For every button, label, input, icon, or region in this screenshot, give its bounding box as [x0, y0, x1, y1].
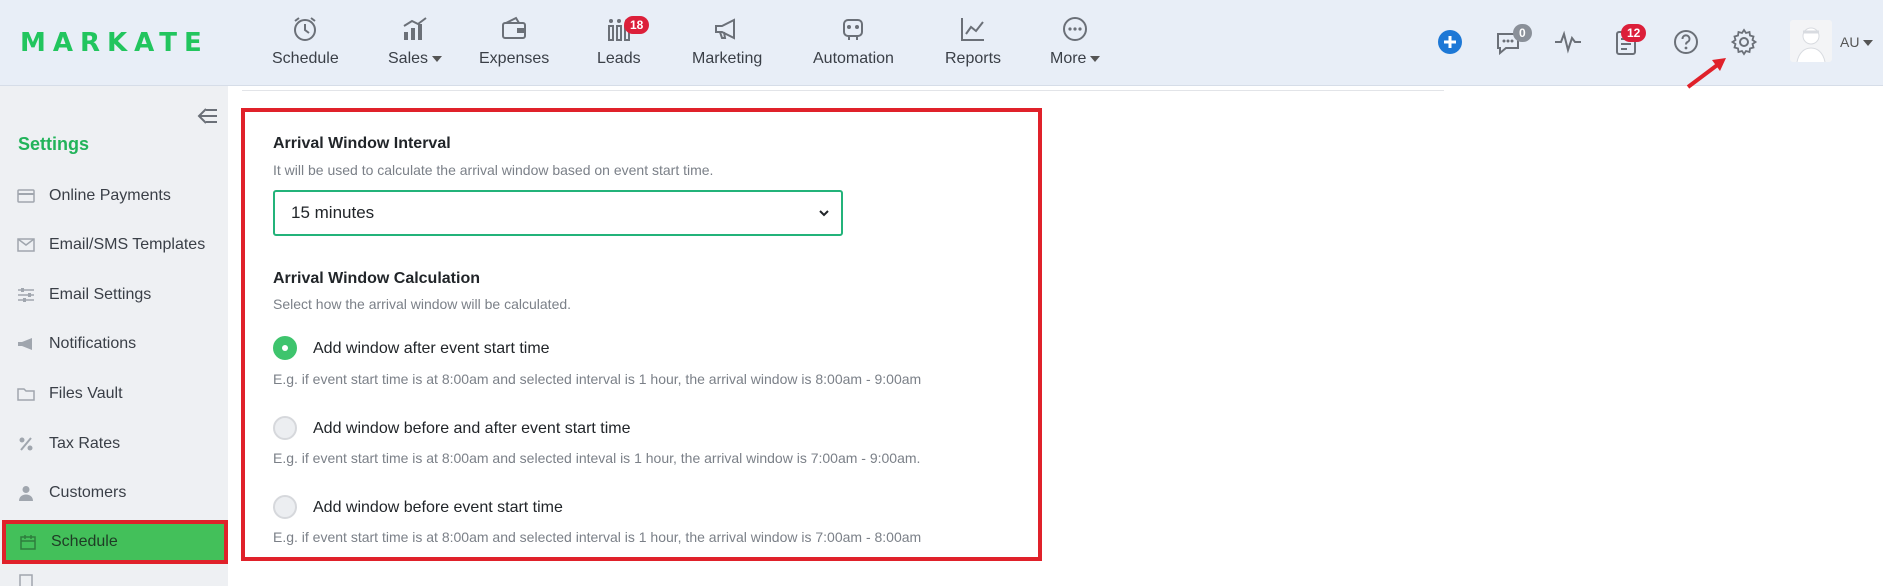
sidebar-item-notifications[interactable]: Notifications: [0, 322, 228, 366]
radio-after-start[interactable]: [273, 336, 297, 360]
credit-card-icon: [16, 186, 36, 206]
nav-expenses[interactable]: Expenses: [479, 14, 549, 68]
interval-title: Arrival Window Interval: [273, 135, 451, 152]
radio-before-and-after-start-example: E.g. if event start time is at 8:00am an…: [273, 450, 921, 466]
radio-before-start-label[interactable]: Add window before event start time: [313, 499, 563, 517]
markate-logo[interactable]: MARKATE: [20, 28, 209, 58]
nav-schedule[interactable]: Schedule: [272, 14, 339, 68]
avatar[interactable]: [1790, 20, 1832, 63]
megaphone-icon: [715, 18, 736, 40]
tasks-count-badge: 12: [1621, 24, 1647, 42]
section-divider: [242, 90, 1444, 91]
user-icon: [16, 483, 36, 503]
megaphone-icon: [16, 334, 36, 354]
calculation-title: Arrival Window Calculation: [273, 270, 480, 287]
nav-label: Reports: [945, 50, 1002, 67]
nav-marketing[interactable]: Marketing: [692, 14, 762, 68]
sidebar-item-schedule[interactable]: Schedule: [2, 520, 228, 564]
envelope-icon: [16, 235, 36, 255]
interval-selected-value: 15 minutes: [291, 203, 375, 222]
user-avatar-icon: [1796, 27, 1826, 63]
sidebar-item-label: Tax Rates: [49, 435, 121, 452]
nav-label: Marketing: [692, 50, 763, 67]
help-question-icon[interactable]: [1670, 26, 1702, 58]
chevron-down-icon: [432, 55, 443, 62]
sliders-icon: [16, 285, 36, 305]
calculation-help: Select how the arrival window will be ca…: [273, 296, 572, 312]
user-initials-text: AU: [1840, 34, 1860, 50]
nav-sales[interactable]: Sales: [388, 14, 443, 68]
sidebar-item-partial[interactable]: [0, 572, 228, 586]
sales-chart-icon: [403, 17, 427, 40]
sidebar-title: Settings: [18, 134, 90, 154]
radio-before-start[interactable]: [273, 495, 297, 519]
top-navbar: MARKATE Schedule Sales Expenses Leads 18…: [0, 0, 1883, 89]
sidebar-item-label: Email Settings: [49, 286, 152, 303]
leads-count-badge: 18: [624, 16, 650, 34]
sidebar-item-label: Customers: [49, 484, 127, 501]
nav-reports[interactable]: Reports: [945, 14, 1001, 68]
sidebar-item-label: Online Payments: [49, 187, 171, 204]
more-dots-icon: [1063, 17, 1088, 41]
messages-count-badge: 0: [1513, 24, 1532, 42]
add-new-icon[interactable]: [1434, 26, 1466, 58]
sidebar-item-label: Notifications: [49, 335, 137, 352]
chevron-down-icon: [819, 210, 829, 217]
gear-icon[interactable]: [1728, 26, 1760, 58]
alarm-clock-icon: [294, 17, 317, 41]
nav-label: More: [1050, 50, 1087, 67]
radio-before-start-example: E.g. if event start time is at 8:00am an…: [273, 529, 922, 545]
activity-pulse-icon[interactable]: [1552, 26, 1584, 58]
calendar-icon: [18, 532, 38, 552]
chevron-down-icon: [1863, 40, 1874, 47]
interval-help: It will be used to calculate the arrival…: [273, 162, 714, 178]
sidebar-item-label: Files Vault: [49, 385, 123, 402]
nav-label: Leads: [597, 50, 641, 67]
radio-after-start-label[interactable]: Add window after event start time: [313, 340, 550, 358]
interval-select[interactable]: 15 minutes: [273, 190, 843, 236]
nav-label: Expenses: [479, 50, 550, 67]
nav-label: Schedule: [272, 50, 339, 67]
sidebar-item-label: Email/SMS Templates: [49, 236, 206, 253]
sidebar-item-email-sms-templates[interactable]: Email/SMS Templates: [0, 223, 228, 267]
settings-sidebar: Settings Online Payments Email/SMS Templ…: [0, 86, 228, 586]
percent-icon: [16, 434, 36, 454]
sidebar-item-label: Schedule: [51, 533, 118, 550]
sidebar-item-online-payments[interactable]: Online Payments: [0, 174, 228, 218]
nav-automation[interactable]: Automation: [813, 14, 894, 68]
radio-before-and-after-start[interactable]: [273, 416, 297, 440]
annotation-arrow: [1686, 58, 1726, 89]
robot-icon: [843, 19, 864, 40]
sidebar-item-files-vault[interactable]: Files Vault: [0, 372, 228, 416]
sidebar-item-email-settings[interactable]: Email Settings: [0, 273, 228, 317]
nav-more[interactable]: More: [1050, 14, 1101, 68]
radio-before-and-after-start-label[interactable]: Add window before and after event start …: [313, 420, 631, 438]
sidebar-item-tax-rates[interactable]: Tax Rates: [0, 422, 228, 466]
chevron-down-icon: [1090, 55, 1101, 62]
radio-after-start-example: E.g. if event start time is at 8:00am an…: [273, 371, 922, 387]
sidebar-item-customers[interactable]: Customers: [0, 471, 228, 515]
document-icon: [16, 572, 36, 586]
folder-icon: [16, 384, 36, 404]
nav-label: Sales: [388, 50, 429, 67]
user-initials[interactable]: AU: [1840, 34, 1874, 50]
wallet-icon: [502, 16, 527, 39]
line-chart-icon: [961, 18, 985, 41]
collapse-sidebar-icon[interactable]: [196, 106, 220, 126]
nav-label: Automation: [813, 50, 894, 67]
